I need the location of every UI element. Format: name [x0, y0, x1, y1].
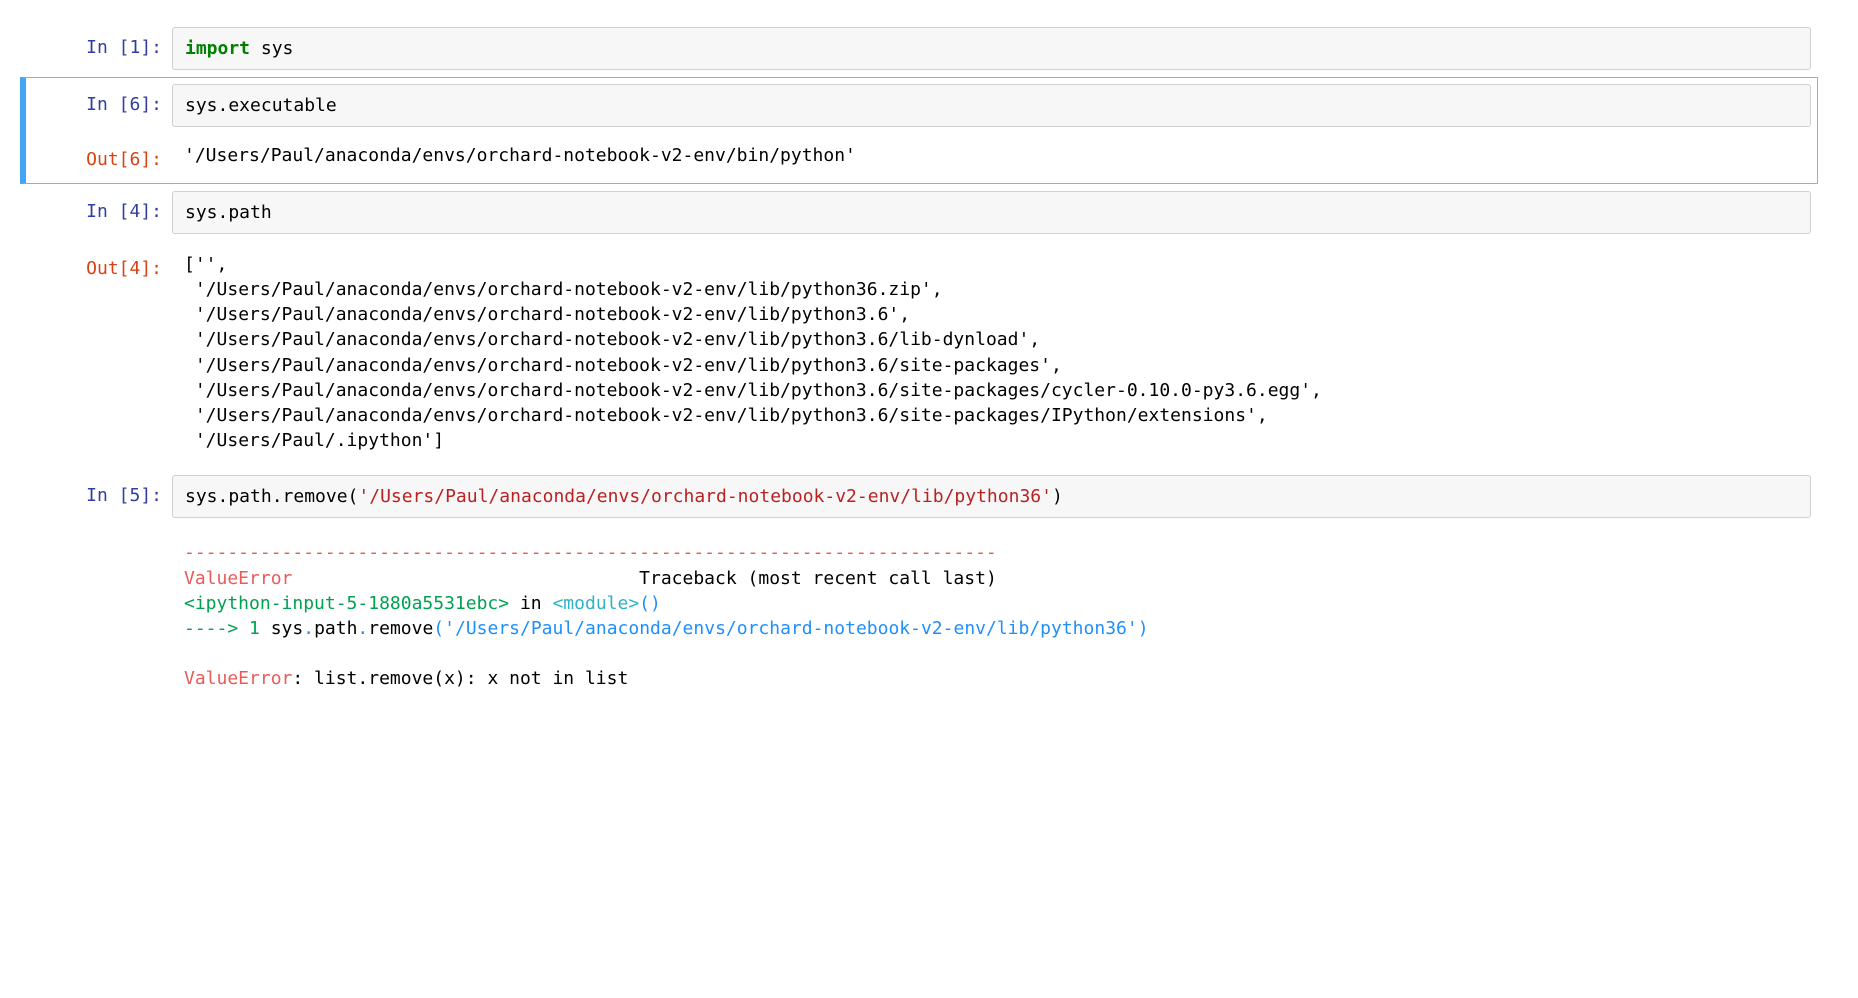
- code-cell[interactable]: In [1]: import sys: [20, 20, 1818, 77]
- traceback-arg: '/Users/Paul/anaconda/envs/orchard-noteb…: [444, 618, 1138, 639]
- in-prompt: In [5]:: [32, 475, 172, 518]
- code-cell[interactable]: In [5]: sys.path.remove('/Users/Paul/ana…: [20, 468, 1818, 525]
- traceback-paren: ): [1138, 618, 1149, 639]
- code-input[interactable]: sys.executable: [172, 84, 1811, 127]
- output-text: ['', '/Users/Paul/anaconda/envs/orchard-…: [172, 248, 1811, 462]
- traceback-file: <ipython-input-5-1880a5531ebc>: [184, 593, 509, 614]
- traceback-paren: (: [433, 618, 444, 639]
- output-row: Out[6]: '/Users/Paul/anaconda/envs/orcha…: [20, 133, 1818, 183]
- traceback-arrow: ----> 1: [184, 618, 271, 639]
- out-prompt: Out[4]:: [32, 248, 172, 462]
- code-cell-selected[interactable]: In [6]: sys.executable: [20, 77, 1818, 134]
- traceback: ----------------------------------------…: [172, 532, 1811, 699]
- code-string: '/Users/Paul/anaconda/envs/orchard-noteb…: [358, 486, 1052, 507]
- traceback-rule: ----------------------------------------…: [184, 542, 997, 563]
- code-text: sys.path.remove(: [185, 486, 358, 507]
- empty-prompt: [32, 532, 172, 699]
- traceback-module: <module>: [552, 593, 639, 614]
- code-keyword: import: [185, 38, 250, 59]
- exception-name: ValueError: [184, 568, 292, 589]
- notebook: In [1]: import sys In [6]: sys.executabl…: [0, 0, 1858, 747]
- code-text: sys.executable: [185, 95, 337, 116]
- code-input[interactable]: sys.path.remove('/Users/Paul/anaconda/en…: [172, 475, 1811, 518]
- output-text: '/Users/Paul/anaconda/envs/orchard-noteb…: [172, 139, 1811, 176]
- code-text: ): [1052, 486, 1063, 507]
- traceback-mid: in: [509, 593, 552, 614]
- traceback-src: sys: [271, 618, 304, 639]
- code-input[interactable]: sys.path: [172, 191, 1811, 234]
- code-input[interactable]: import sys: [172, 27, 1811, 70]
- traceback-src: path: [314, 618, 357, 639]
- traceback-dot: .: [357, 618, 368, 639]
- traceback-output: ----------------------------------------…: [20, 525, 1818, 706]
- code-text: sys.path: [185, 202, 272, 223]
- output-row: Out[4]: ['', '/Users/Paul/anaconda/envs/…: [20, 241, 1818, 469]
- out-prompt: Out[6]:: [32, 139, 172, 176]
- in-prompt: In [4]:: [32, 191, 172, 234]
- traceback-spacer: [292, 568, 639, 589]
- traceback-tail: Traceback (most recent call last): [639, 568, 997, 589]
- traceback-dot: .: [303, 618, 314, 639]
- in-prompt: In [6]:: [32, 84, 172, 127]
- code-text: sys: [250, 38, 293, 59]
- traceback-src: remove: [368, 618, 433, 639]
- exception-message: : list.remove(x): x not in list: [292, 668, 628, 689]
- traceback-parens: (): [639, 593, 661, 614]
- code-cell[interactable]: In [4]: sys.path: [20, 184, 1818, 241]
- in-prompt: In [1]:: [32, 27, 172, 70]
- exception-name: ValueError: [184, 668, 292, 689]
